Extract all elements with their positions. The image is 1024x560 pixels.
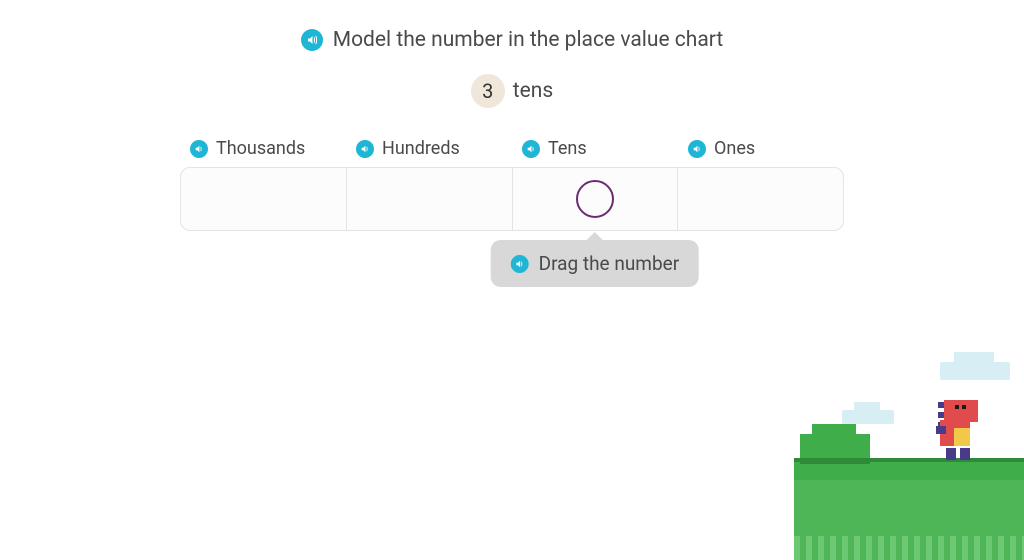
header-label: Hundreds xyxy=(382,138,460,159)
drop-target[interactable] xyxy=(576,180,614,218)
audio-icon[interactable] xyxy=(190,140,208,158)
header-tens: Tens xyxy=(512,138,678,159)
cell-ones[interactable] xyxy=(678,168,843,230)
title-row: Model the number in the place value char… xyxy=(162,28,862,52)
hint-text: Drag the number xyxy=(539,252,680,275)
bush-icon xyxy=(800,434,870,464)
place-value-chart: Drag the number xyxy=(180,167,844,231)
prompt-row: 3 tens xyxy=(162,74,862,108)
cell-hundreds[interactable] xyxy=(347,168,513,230)
audio-icon[interactable] xyxy=(301,29,323,51)
title-text: Model the number in the place value char… xyxy=(333,28,724,52)
island xyxy=(794,440,1024,560)
column-headers: Thousands Hundreds Tens Ones xyxy=(162,138,862,159)
exercise-panel: Model the number in the place value char… xyxy=(162,0,862,231)
prompt-digit: 3 xyxy=(471,74,505,108)
header-label: Ones xyxy=(714,138,755,159)
header-ones: Ones xyxy=(678,138,844,159)
header-thousands: Thousands xyxy=(180,138,346,159)
header-label: Thousands xyxy=(216,138,305,159)
dino-character xyxy=(936,400,984,460)
decorative-scene xyxy=(784,340,1024,560)
hint-tooltip: Drag the number xyxy=(491,240,700,287)
cell-thousands[interactable] xyxy=(181,168,347,230)
prompt-unit: tens xyxy=(513,79,553,103)
audio-icon[interactable] xyxy=(688,140,706,158)
cloud-icon xyxy=(940,362,1010,380)
audio-icon[interactable] xyxy=(522,140,540,158)
cloud-icon xyxy=(842,410,894,424)
header-hundreds: Hundreds xyxy=(346,138,512,159)
audio-icon[interactable] xyxy=(511,255,529,273)
cell-tens[interactable]: Drag the number xyxy=(513,168,679,230)
audio-icon[interactable] xyxy=(356,140,374,158)
header-label: Tens xyxy=(548,138,587,159)
